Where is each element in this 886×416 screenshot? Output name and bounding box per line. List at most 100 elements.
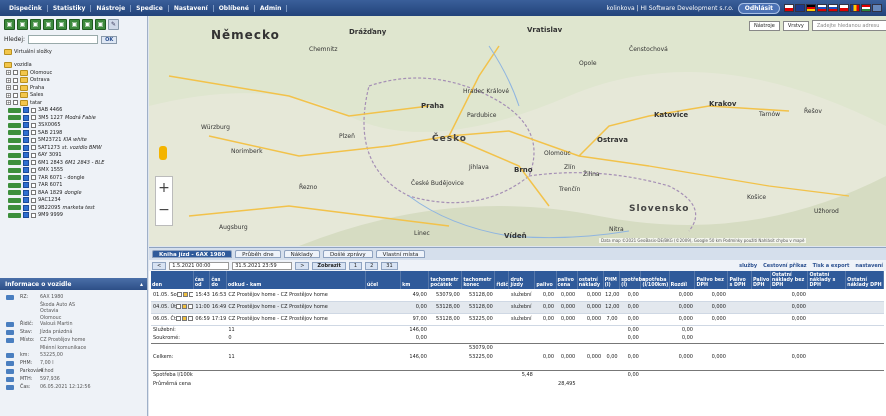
page-1-button[interactable]: 1 <box>348 261 363 270</box>
checkbox[interactable] <box>31 107 36 113</box>
column-header[interactable]: tachometr konec <box>461 271 496 289</box>
tree-item[interactable]: 5AB 2198 <box>4 129 143 137</box>
tree-item[interactable]: + Praha <box>4 84 143 92</box>
export-icon[interactable]: ▣ <box>69 19 80 30</box>
column-header[interactable]: tachometr počátek <box>428 271 463 289</box>
flag-sk-icon[interactable] <box>828 4 838 12</box>
checkbox[interactable] <box>31 205 36 211</box>
note-icon[interactable] <box>182 304 188 309</box>
flag-cz-icon[interactable] <box>784 4 794 12</box>
tab-prubeh-dne[interactable]: Průběh dne <box>235 250 281 258</box>
checkbox[interactable] <box>31 197 36 203</box>
flag-hu-icon[interactable] <box>861 4 871 12</box>
column-header[interactable]: ostatní náklady <box>577 271 604 289</box>
map-tools-button[interactable]: Nástroje <box>749 20 780 31</box>
column-header[interactable]: spotřeba (l/100km) <box>640 271 670 289</box>
menu-dispecink[interactable]: Dispečink <box>4 4 48 12</box>
note-icon[interactable] <box>182 291 188 297</box>
column-header[interactable]: druh jízdy <box>508 271 536 289</box>
column-header[interactable]: Palivo s DPH <box>727 271 752 289</box>
edit-icon[interactable] <box>176 304 182 309</box>
checkbox[interactable] <box>13 85 18 91</box>
flag-uk-icon[interactable] <box>795 4 805 12</box>
tree-item[interactable]: 7AR 6071 <box>4 182 143 190</box>
tab-naklady[interactable]: Náklady <box>283 250 320 258</box>
date-to-input[interactable]: 31.5.2021 23:59 <box>232 261 293 270</box>
page-31-button[interactable]: 31 <box>381 261 398 270</box>
checkbox[interactable] <box>31 122 36 128</box>
vehicle-search-input[interactable] <box>28 35 99 44</box>
logout-button[interactable]: Odhlásit <box>737 2 780 14</box>
map-layers-button[interactable]: Vrstvy <box>782 20 809 31</box>
tree-item[interactable]: + Olomouc <box>4 69 143 77</box>
table-row[interactable]: 06.05. Čt 06:59 17:19 CZ Prostějov home - … <box>151 313 884 326</box>
flag-extra-icon[interactable] <box>872 4 882 12</box>
column-header[interactable]: PHM (l) <box>603 271 621 289</box>
tree-item[interactable]: 3SX0065 <box>4 122 143 130</box>
menu-statistiky[interactable]: Statistiky <box>48 4 92 12</box>
menu-spedice[interactable]: Spedice <box>131 4 169 12</box>
tree-item[interactable]: 9M9 9999 <box>4 212 143 220</box>
checkbox[interactable] <box>31 190 36 196</box>
checkbox[interactable] <box>31 167 36 173</box>
checkbox[interactable] <box>31 160 36 166</box>
edit-icon[interactable]: ✎ <box>108 19 119 30</box>
flag-ro-icon[interactable] <box>850 4 860 12</box>
show-button[interactable]: Zobrazit <box>312 261 346 270</box>
refresh-icon[interactable]: ▣ <box>95 19 106 30</box>
tree-item[interactable]: 6M1 2843 6M1 2843 - BLE <box>4 159 143 167</box>
page-2-button[interactable]: 2 <box>365 261 379 270</box>
menu-nastroje[interactable]: Nástroje <box>91 4 132 12</box>
route-icon[interactable]: ▣ <box>30 19 41 30</box>
column-header[interactable]: spotřeba (l) <box>619 271 645 289</box>
column-header[interactable]: řidič <box>494 271 510 289</box>
edit-icon[interactable] <box>175 316 181 321</box>
tree-item[interactable]: 6MX 1555 <box>4 167 143 175</box>
zoom-in-button[interactable]: + <box>156 177 172 199</box>
zoom-out-button[interactable]: − <box>156 199 172 221</box>
menu-nastaveni[interactable]: Nastavení <box>169 4 214 12</box>
print-export-link[interactable]: Tisk a export <box>813 263 850 269</box>
tree-item[interactable]: + Sales <box>4 92 143 100</box>
tab-kniha-jizd[interactable]: Kniha jízd - 6AX 1980 <box>152 250 233 258</box>
column-header[interactable]: Ostatní náklady DPH <box>845 271 884 289</box>
expand-icon[interactable]: + <box>6 70 11 76</box>
tree-item[interactable]: 7AR 6071 - dongle <box>4 174 143 182</box>
column-header[interactable]: den <box>151 271 194 289</box>
tree-item[interactable]: 3AB 4466 <box>4 107 143 115</box>
prev-period-button[interactable]: < <box>152 261 167 270</box>
column-header[interactable]: Ostatní náklady s DPH <box>807 271 847 289</box>
checkbox[interactable] <box>31 182 36 188</box>
edit-icon[interactable] <box>176 291 182 297</box>
column-header[interactable]: Palivo DPH <box>751 271 771 289</box>
tree-item[interactable]: 8AA 1829 dongle <box>4 189 143 197</box>
checkbox[interactable] <box>31 175 36 181</box>
column-header[interactable]: účel <box>365 271 402 289</box>
tree-item[interactable]: Virtuální složky <box>4 48 143 56</box>
checkbox[interactable] <box>31 130 36 136</box>
map-address-input[interactable]: Zadejte hledanou adresu <box>811 20 886 31</box>
checkbox[interactable] <box>13 92 18 98</box>
column-header[interactable]: Palivo bez DPH <box>694 271 729 289</box>
column-header[interactable]: km <box>400 271 430 289</box>
column-header[interactable]: čas do <box>209 271 227 289</box>
expand-icon[interactable]: + <box>6 92 11 98</box>
settings-link[interactable]: nastavení <box>855 263 883 269</box>
table-row[interactable]: 04.05. Út 11:00 16:49 CZ Prostějov home - … <box>151 301 884 314</box>
flag-de-icon[interactable] <box>806 4 816 12</box>
document-icon[interactable] <box>188 291 194 297</box>
vehicle-view-icon[interactable]: ▣ <box>4 19 15 30</box>
tree-item[interactable]: + tatar <box>4 99 143 107</box>
checkbox[interactable] <box>31 212 36 218</box>
tree-item[interactable]: 3M5 1227 Modrá Fabie <box>4 114 143 122</box>
travel-order-link[interactable]: Cestovní příkaz <box>763 263 807 269</box>
document-icon[interactable] <box>187 316 193 321</box>
checkbox[interactable] <box>31 137 36 143</box>
expand-icon[interactable]: + <box>6 77 11 83</box>
table-row[interactable]: 01.05. So 15:43 16:53 CZ Prostějov home - … <box>151 289 884 302</box>
tree-item[interactable]: vozidla <box>4 62 143 70</box>
flag-ru-icon[interactable] <box>817 4 827 12</box>
column-header[interactable]: palivo cena <box>556 271 578 289</box>
checkbox[interactable] <box>31 115 36 121</box>
search-ok-button[interactable]: OK <box>101 35 118 44</box>
